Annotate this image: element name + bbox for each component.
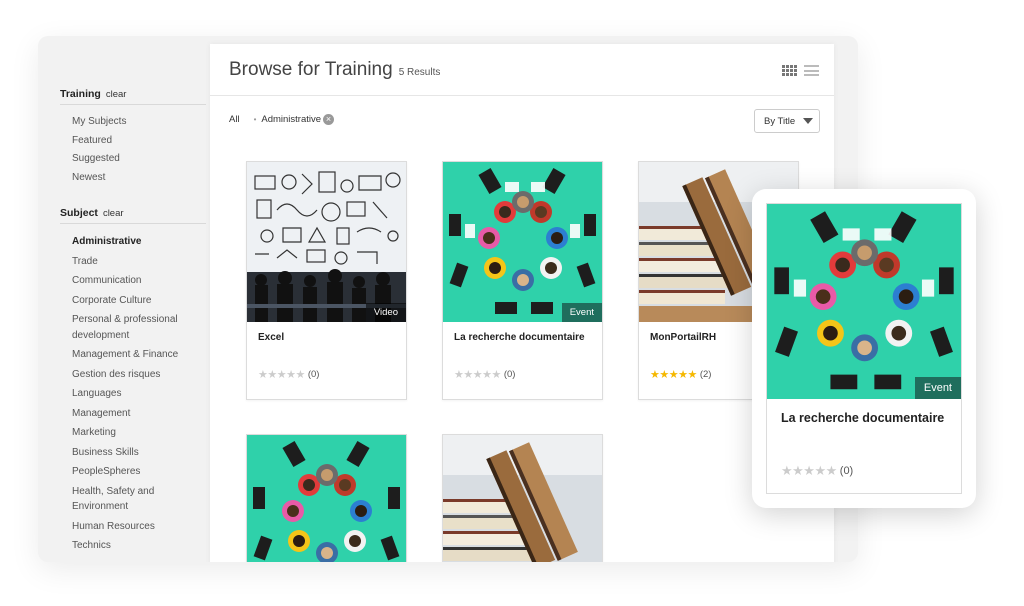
subject-item-communication[interactable]: Communication [72,271,210,291]
subject-item-health-safety[interactable]: Health, Safety and Environment [72,482,210,517]
rating-stars-icon: ★★★★★ [454,369,501,381]
sort-dropdown[interactable]: By Title [754,109,820,133]
rating-count: (0) [503,369,516,380]
training-filter-title: Training [60,88,101,100]
subject-clear-link[interactable]: clear [103,208,124,219]
result-count: 5 Results [398,66,441,78]
training-item-my-subjects[interactable]: My Subjects [72,113,210,132]
subject-item-peoplespheres[interactable]: PeopleSpheres [72,462,210,482]
sort-label: By Title [764,115,796,127]
training-clear-link[interactable]: clear [106,89,127,100]
caret-down-icon [803,118,814,124]
course-title: Excel [258,332,285,343]
filter-all-link[interactable]: All [229,114,240,125]
browse-header: Browse for Training 5 Results [210,44,834,96]
filter-chip-administrative: Administrative × [261,114,335,125]
course-card-recherche[interactable]: Event La recherche documentaire ★★★★★ (0… [442,161,603,400]
popup-rating-count: (0) [839,465,854,477]
subject-item-marketing[interactable]: Marketing [72,423,210,443]
page-title: Browse for Training [229,58,393,80]
subject-item-business-skills[interactable]: Business Skills [72,443,210,463]
app-window: Training clear My Subjects Featured Sugg… [38,36,858,562]
subject-item-technics[interactable]: Technics [72,536,210,556]
subject-filter-header: Subject clear [60,207,206,224]
separator-dot: • [253,115,257,124]
subject-item-trade[interactable]: Trade [72,252,210,272]
grid-view-icon[interactable] [782,65,797,76]
subject-filter-list: Administrative Trade Communication Corpo… [72,232,210,556]
popup-course-card[interactable]: Event La recherche documentaire ★★★★★ (0… [766,203,962,494]
subject-item-gestion-risques[interactable]: Gestion des risques [72,365,210,385]
list-view-icon[interactable] [804,65,819,76]
subject-item-management-finance[interactable]: Management & Finance [72,345,210,365]
active-filters: All • Administrative × [229,114,335,125]
course-thumbnail: Video [247,162,406,322]
popup-course-thumbnail: Event [767,204,961,399]
close-circle-icon[interactable]: × [323,114,335,125]
popup-course-rating: ★★★★★ (0) [767,463,961,479]
training-filter-list: My Subjects Featured Suggested Newest [72,113,210,187]
course-title: La recherche documentaire [454,332,585,343]
course-thumbnail [247,435,406,562]
browse-panel: Browse for Training 5 Results All • Admi… [210,44,834,562]
training-item-featured[interactable]: Featured [72,132,210,151]
course-card-4[interactable] [246,434,407,562]
subject-item-languages[interactable]: Languages [72,384,210,404]
course-rating: ★★★★★ (0) [247,368,406,381]
course-thumbnail: Event [443,162,602,322]
rating-count: (2) [699,369,712,380]
view-toggle [782,65,819,76]
popup-course-title: La recherche documentaire [781,411,945,425]
course-card-excel[interactable]: Video Excel ★★★★★ (0) [246,161,407,400]
subject-item-corporate-culture[interactable]: Corporate Culture [72,291,210,311]
course-type-badge: Event [561,303,602,322]
course-card-5[interactable] [442,434,603,562]
course-thumbnail [443,435,602,562]
card-zoom-popup: Event La recherche documentaire ★★★★★ (0… [752,189,976,508]
rating-stars-icon: ★★★★★ [258,369,305,381]
subject-item-administrative[interactable]: Administrative [72,232,210,252]
popup-course-type-badge: Event [914,377,961,399]
rating-count: (0) [307,369,320,380]
rating-stars-icon: ★★★★★ [781,463,837,478]
training-filter-header: Training clear [60,88,206,105]
filter-sidebar: Training clear My Subjects Featured Sugg… [38,36,210,562]
filter-chip-label: Administrative [261,114,322,125]
course-type-badge: Video [365,303,406,322]
rating-stars-icon: ★★★★★ [650,369,697,381]
subject-item-personal-development[interactable]: Personal & professional development [72,310,210,345]
subject-filter-title: Subject [60,207,98,219]
subject-item-human-resources[interactable]: Human Resources [72,517,210,537]
subject-item-management[interactable]: Management [72,404,210,424]
training-item-suggested[interactable]: Suggested [72,150,210,169]
training-item-newest[interactable]: Newest [72,169,210,188]
course-rating: ★★★★★ (0) [443,368,602,381]
